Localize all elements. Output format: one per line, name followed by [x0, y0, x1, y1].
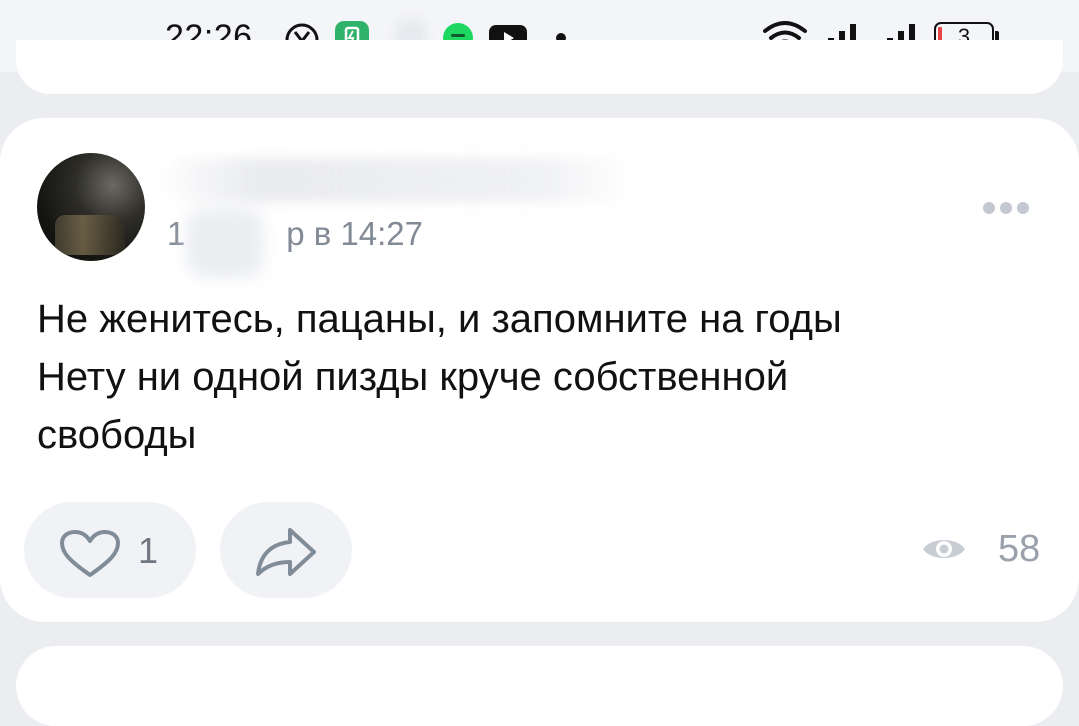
post-text-line: Нету ни одной пизды круче собственной [37, 355, 789, 399]
views-count: 58 [998, 528, 1041, 570]
previous-post-card [16, 40, 1063, 94]
post-text-line: Не женитесь, пацаны, и запомните на годы [37, 297, 842, 341]
like-count: 1 [138, 530, 159, 571]
author-name-redacted[interactable] [160, 158, 635, 202]
post-text-line: свободы [37, 413, 197, 457]
share-icon [256, 528, 316, 576]
heart-icon [60, 530, 120, 577]
next-post-card [16, 646, 1063, 726]
more-options-icon[interactable] [983, 202, 1029, 214]
avatar[interactable] [37, 153, 145, 261]
date-redaction [186, 208, 264, 278]
post-text: Не женитесь, пацаны, и запомните на годы… [37, 290, 1047, 464]
eye-icon [923, 540, 965, 558]
